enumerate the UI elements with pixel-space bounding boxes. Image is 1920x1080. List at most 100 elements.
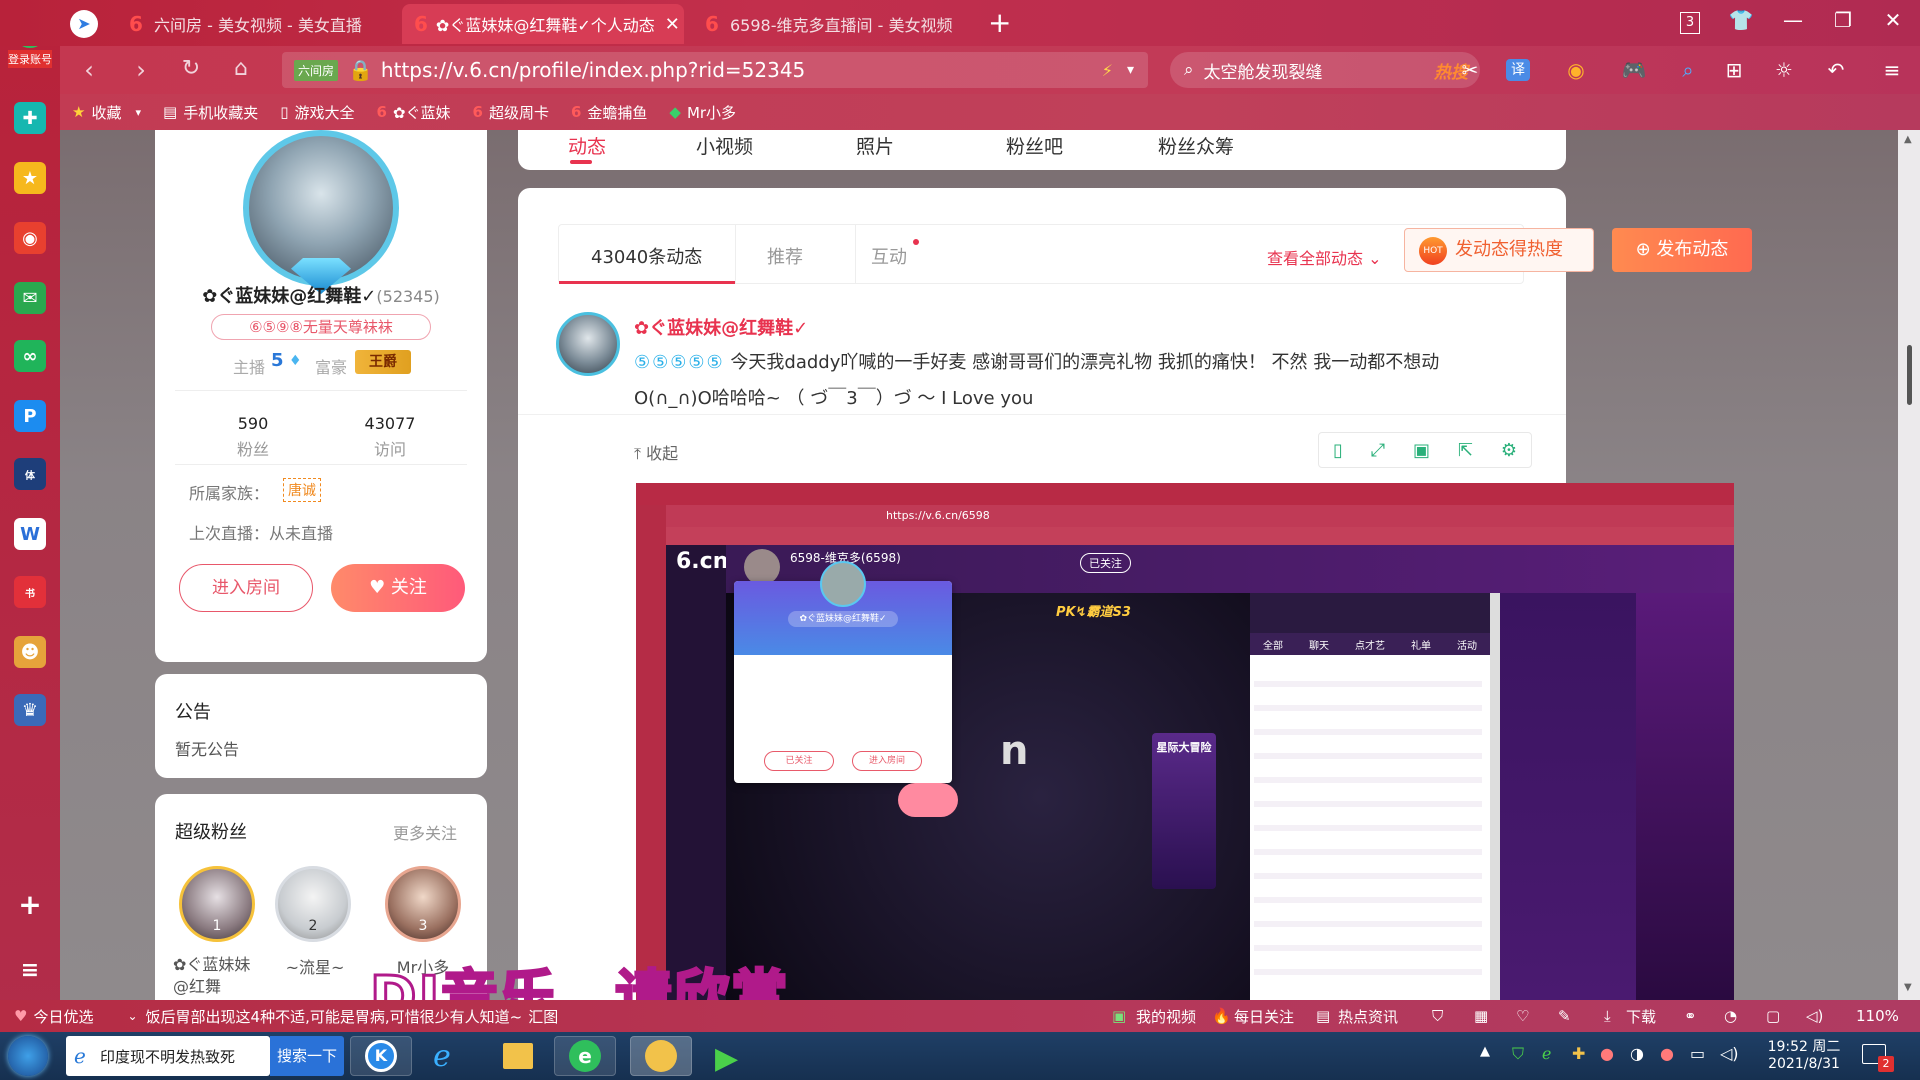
close-tab-icon[interactable]: ✕	[655, 14, 680, 35]
daily-follow-link[interactable]: 每日关注	[1234, 1006, 1294, 1027]
tab-all-dynamics[interactable]: 43040条动态	[591, 243, 702, 269]
tab-crowdfunding[interactable]: 粉丝众筹	[1158, 132, 1234, 159]
p-app-icon[interactable]: P	[14, 400, 46, 432]
hot-post-button[interactable]: HOT 发动态得热度	[1404, 228, 1594, 272]
tray-penguin-icon[interactable]: ●	[1600, 1044, 1614, 1063]
post-author-name[interactable]: ✿ぐ蓝妹妹@红舞鞋✓	[634, 314, 808, 340]
sports-news-icon[interactable]: 体	[14, 458, 46, 490]
taskbar-app-k[interactable]: K	[350, 1036, 412, 1076]
more-follow-link[interactable]: 更多关注	[393, 820, 457, 844]
clock-date[interactable]: 2021/8/31	[1756, 1056, 1852, 1072]
word-doc-icon[interactable]: W	[14, 518, 46, 550]
plus-app-icon[interactable]: ✚	[14, 102, 46, 134]
send-icon[interactable]: ➤	[70, 10, 98, 38]
tray-browser-icon[interactable]: ℯ	[1542, 1044, 1551, 1063]
tab-fan-bar[interactable]: 粉丝吧	[1006, 132, 1063, 159]
tab-recommend[interactable]: 推荐	[767, 243, 803, 269]
bookmark-fishing[interactable]: 6 金蟾捕鱼	[571, 102, 647, 123]
mail-icon[interactable]: ✉	[14, 282, 46, 314]
add-app-icon[interactable]: +	[14, 888, 46, 921]
more-menu-icon[interactable]: ≡	[1878, 58, 1906, 82]
tray-expand-icon[interactable]: ▲	[1480, 1044, 1490, 1059]
tab-interaction[interactable]: 互动	[871, 243, 907, 269]
undo-icon[interactable]: ↶	[1822, 58, 1850, 82]
today-picks[interactable]: 今日优选	[33, 1006, 93, 1027]
bookmark-favorites[interactable]: ★ 收藏 ▾	[72, 102, 141, 123]
url-input[interactable]: 六间房 🔒 https://v.6.cn/profile/index.php?r…	[282, 52, 1148, 88]
bookmark-weekcard[interactable]: 6 超级周卡	[473, 102, 549, 123]
image-icon[interactable]: ▦	[1474, 1007, 1488, 1025]
bookmark-games[interactable]: ▯ 游戏大全	[280, 102, 354, 123]
enter-room-button[interactable]: 进入房间	[179, 564, 313, 612]
window-icon[interactable]: ▢	[1766, 1007, 1780, 1025]
brightness-icon[interactable]: ☼	[1770, 58, 1798, 82]
bookmark-profile[interactable]: 6 ✿ぐ蓝妹	[376, 102, 450, 123]
tab-dynamics[interactable]: 动态	[568, 132, 606, 159]
scissors-icon[interactable]: ✂	[1456, 58, 1484, 82]
follow-button[interactable]: ♥ 关注	[331, 564, 465, 612]
settings-gear-icon[interactable]: ⚙	[1501, 440, 1517, 461]
xiaohongshu-icon[interactable]: 书	[14, 576, 46, 608]
post-image-screenshot[interactable]: https://v.6.cn/6598 6.cn 6598-维克多(6598) …	[636, 483, 1734, 1000]
restore-icon[interactable]: ❐	[1828, 8, 1858, 32]
scroll-up-icon[interactable]: ▲	[1904, 134, 1912, 145]
ie-mode-icon[interactable]: ⚭	[1684, 1007, 1697, 1025]
view-all-dynamics[interactable]: 查看全部动态 ⌄	[1267, 245, 1382, 269]
save-icon[interactable]: ▣	[1413, 440, 1430, 461]
lightning-icon[interactable]: ⚡	[1102, 61, 1113, 80]
taskbar-search-button[interactable]: 搜索一下	[270, 1036, 344, 1076]
taskbar-live-app[interactable]	[630, 1036, 692, 1076]
taskbar-explorer[interactable]	[486, 1036, 548, 1076]
scrollbar-thumb[interactable]	[1907, 345, 1912, 405]
shield-icon[interactable]: ⛉	[1432, 1007, 1443, 1025]
bookmark-mrxiaoduo[interactable]: ◆ Mr小多	[669, 102, 736, 123]
family-badge[interactable]: 唐诚	[283, 478, 321, 502]
home-icon[interactable]: ⌂	[226, 56, 256, 81]
clock-time[interactable]: 19:52 周二	[1756, 1036, 1852, 1056]
tab-liujianfang[interactable]: 6 六间房 - 美女视频 - 美女直播	[114, 4, 396, 44]
game-app-icon[interactable]: ☻	[14, 636, 46, 668]
download-link[interactable]: 下载	[1626, 1006, 1656, 1027]
star-favorites-icon[interactable]: ★	[14, 162, 46, 194]
rss-icon[interactable]: ◔	[1724, 1007, 1737, 1025]
bookmark-mobile[interactable]: ▤ 手机收藏夹	[163, 102, 258, 123]
translate-icon[interactable]: 译	[1506, 59, 1530, 81]
hot-news-link[interactable]: 热点资讯	[1338, 1006, 1398, 1027]
search-box[interactable]: ⌕ 太空舱发现裂缝 热搜	[1170, 52, 1480, 88]
news-more[interactable]: 汇图	[528, 1006, 558, 1027]
start-button[interactable]	[8, 1036, 48, 1076]
brush-icon[interactable]: ✎	[1558, 1007, 1571, 1025]
collapse-link[interactable]: ⤒ 收起	[634, 440, 678, 464]
tab-room-6598[interactable]: 6 6598-维克多直播间 - 美女视频	[690, 4, 972, 44]
publish-button[interactable]: ⊕ 发布动态	[1612, 228, 1752, 272]
close-window-icon[interactable]: ✕	[1878, 8, 1908, 32]
tray-plus-icon[interactable]: ✚	[1572, 1044, 1585, 1063]
back-icon[interactable]: ‹	[74, 56, 104, 84]
refresh-icon[interactable]: ↻	[176, 56, 206, 81]
my-video-link[interactable]: 我的视频	[1136, 1006, 1196, 1027]
minimize-icon[interactable]: —	[1778, 8, 1808, 32]
tray-ime-icon[interactable]: ◑	[1630, 1044, 1644, 1063]
scroll-down-icon[interactable]: ▼	[1904, 982, 1912, 993]
tab-photos[interactable]: 照片	[856, 132, 894, 159]
volume-icon[interactable]: ◁)	[1806, 1007, 1823, 1025]
shirt-skin-icon[interactable]: 👕	[1726, 8, 1756, 32]
post-author-avatar[interactable]	[556, 312, 620, 376]
news-ticker[interactable]: 饭后胃部出现这4种不适,可能是胃病,可惜很少有人知道~	[146, 1006, 523, 1027]
heart-outline-icon[interactable]: ♡	[1516, 1007, 1529, 1025]
weibo-icon[interactable]: ◉	[14, 222, 46, 254]
tray-volume-icon[interactable]: ◁)	[1720, 1044, 1739, 1063]
taskbar-search-box[interactable]: ℯ 印度现不明发热致死	[66, 1036, 270, 1076]
forward-icon[interactable]: ›	[126, 56, 156, 84]
fit-icon[interactable]: ▯	[1333, 440, 1343, 461]
tray-shield-icon[interactable]: ⛉	[1512, 1044, 1524, 1064]
taskbar-player[interactable]: ▶	[698, 1036, 760, 1076]
zoom-level[interactable]: 110%	[1856, 1007, 1899, 1025]
page-scrollbar[interactable]: ▲ ▼	[1898, 130, 1920, 1000]
taskbar-browser[interactable]: e	[554, 1036, 616, 1076]
grid-apps-icon[interactable]: ⊞	[1720, 58, 1748, 82]
taskbar-ie[interactable]: ℯ	[418, 1036, 480, 1076]
magnifier-icon[interactable]: ⌕	[1674, 58, 1702, 82]
menu-list-icon[interactable]: ≡	[14, 954, 46, 986]
dropdown-chevron-icon[interactable]: ▾	[1127, 62, 1134, 78]
